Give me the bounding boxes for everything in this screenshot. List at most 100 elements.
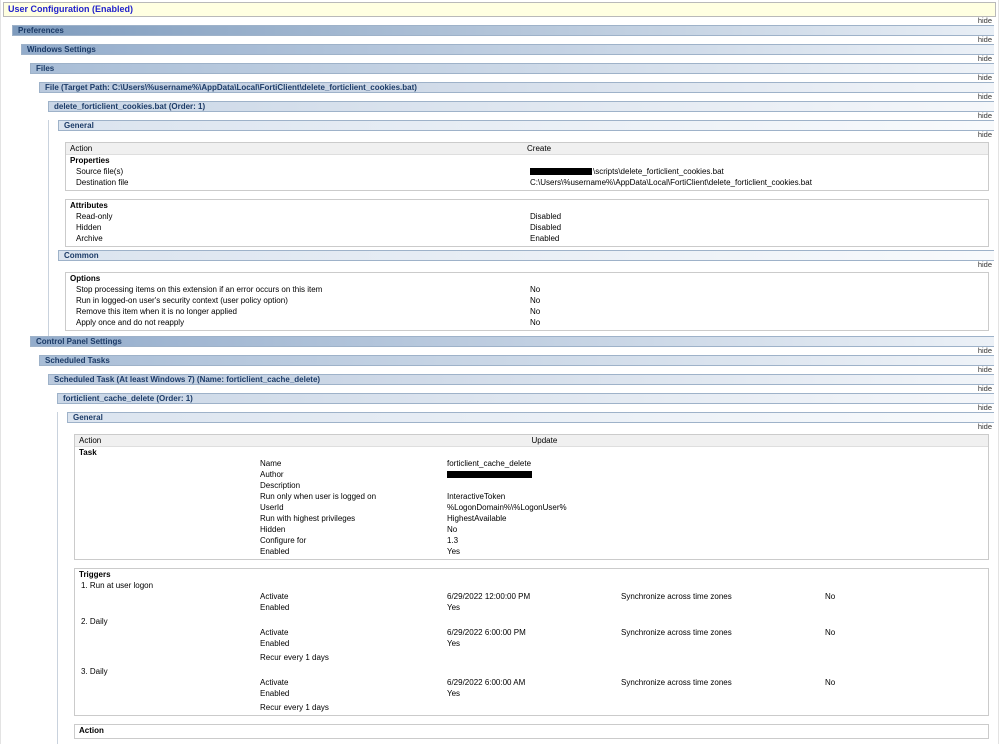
windows-settings-label: Windows Settings xyxy=(27,45,96,54)
section-task-item: forticlient_cache_delete (Order: 1) hide… xyxy=(57,393,996,744)
table-row: Author xyxy=(75,469,988,480)
field-label: Remove this item when it is no longer ap… xyxy=(76,306,530,317)
hide-link-file-item[interactable]: hide xyxy=(978,111,992,120)
windows-settings-header[interactable]: Windows Settings xyxy=(21,44,994,55)
section-files: Files hide File (Target Path: C:\Users\%… xyxy=(30,63,996,336)
table-row: Stop processing items on this extension … xyxy=(66,284,988,295)
file-common-content: Options Stop processing items on this ex… xyxy=(65,269,989,334)
field-label: Activate xyxy=(260,627,447,638)
hide-link-control-panel[interactable]: hide xyxy=(978,346,992,355)
task-item-label: forticlient_cache_delete (Order: 1) xyxy=(63,394,193,403)
properties-section-title: Properties xyxy=(66,155,988,166)
hide-row: hide xyxy=(58,423,996,431)
table-row: Hidden No xyxy=(75,524,988,535)
hide-row: hide xyxy=(39,366,996,374)
table-row: Enabled Yes xyxy=(75,546,988,557)
hide-row: hide xyxy=(12,36,996,44)
table-row: Recur every 1 days xyxy=(75,702,988,713)
field-label: Run with highest privileges xyxy=(260,513,447,524)
page-title: User Configuration (Enabled) xyxy=(8,4,133,14)
field-value: 1.3 xyxy=(447,535,621,546)
trigger-name-label: 2. Daily xyxy=(81,617,108,626)
hide-row: hide xyxy=(39,93,996,101)
table-row: Run in logged-on user's security context… xyxy=(66,295,988,306)
hide-link-user-configuration[interactable]: hide xyxy=(978,16,992,25)
preferences-label: Preferences xyxy=(18,26,64,35)
trigger-name: 2. Daily xyxy=(75,616,988,627)
field-value: Disabled xyxy=(530,222,984,233)
gpo-report: User Configuration (Enabled) hide Prefer… xyxy=(0,0,999,744)
field-value: No xyxy=(530,295,984,306)
hide-link-task-item[interactable]: hide xyxy=(978,403,992,412)
field-label: Synchronize across time zones xyxy=(621,627,825,638)
file-common-header[interactable]: Common xyxy=(58,250,994,261)
field-value: No xyxy=(825,591,984,602)
file-general-label: General xyxy=(64,121,94,130)
hide-row: hide xyxy=(30,74,996,82)
field-label: Archive xyxy=(76,233,530,244)
actions-title-label: Action xyxy=(79,726,104,735)
options-title-label: Options xyxy=(70,274,100,283)
trigger-name: 1. Run at user logon xyxy=(75,580,988,591)
hide-link-task-type[interactable]: hide xyxy=(978,384,992,393)
source-file-value: \scripts\delete_forticlient_cookies.bat xyxy=(593,167,724,176)
field-value: Enabled xyxy=(530,233,984,244)
section-file-target: File (Target Path: C:\Users\%username%\A… xyxy=(39,82,996,336)
scheduled-tasks-label: Scheduled Tasks xyxy=(45,356,110,365)
hide-link-scheduled-tasks[interactable]: hide xyxy=(978,365,992,374)
table-row: Activate 6/29/2022 6:00:00 PM Synchroniz… xyxy=(75,627,988,638)
action-value: Update xyxy=(532,435,985,447)
trigger-name-label: 1. Run at user logon xyxy=(81,581,153,590)
file-item-header[interactable]: delete_forticlient_cookies.bat (Order: 1… xyxy=(48,101,994,112)
action-label: Action xyxy=(79,435,532,447)
redacted-path xyxy=(530,168,592,175)
hide-link-file-common[interactable]: hide xyxy=(978,260,992,269)
table-row: Recur every 1 days xyxy=(75,652,988,663)
field-label: Enabled xyxy=(260,602,447,613)
scheduled-task-type-header[interactable]: Scheduled Task (At least Windows 7) (Nam… xyxy=(48,374,994,385)
task-general-header[interactable]: General xyxy=(67,412,994,423)
field-value: Yes xyxy=(447,546,621,557)
field-label: Activate xyxy=(260,591,447,602)
field-value: InteractiveToken xyxy=(447,491,621,502)
section-preferences: Preferences hide Windows Settings hide F… xyxy=(12,25,996,744)
task-general-label: General xyxy=(73,413,103,422)
preferences-header[interactable]: Preferences xyxy=(12,25,994,36)
scheduled-tasks-header[interactable]: Scheduled Tasks xyxy=(39,355,994,366)
file-action-properties-table: Action Create Properties Source file(s) … xyxy=(65,142,989,191)
table-row: Remove this item when it is no longer ap… xyxy=(66,306,988,317)
hide-link-windows-settings[interactable]: hide xyxy=(978,54,992,63)
file-general-header[interactable]: General xyxy=(58,120,994,131)
hide-link-file-general[interactable]: hide xyxy=(978,130,992,139)
task-actions-table: Action xyxy=(74,724,989,739)
table-row: Hidden Disabled xyxy=(66,222,988,233)
field-label: Enabled xyxy=(260,546,447,557)
hide-row: hide xyxy=(21,55,996,63)
field-value: Yes xyxy=(447,688,621,699)
table-row: Name forticlient_cache_delete xyxy=(75,458,988,469)
file-target-header[interactable]: File (Target Path: C:\Users\%username%\A… xyxy=(39,82,994,93)
recur-value: Recur every 1 days xyxy=(260,652,447,663)
field-value: 6/29/2022 6:00:00 PM xyxy=(447,627,621,638)
table-row: Enabled Yes xyxy=(75,638,988,649)
field-value: forticlient_cache_delete xyxy=(447,458,621,469)
file-common-label: Common xyxy=(64,251,99,260)
control-panel-settings-header[interactable]: Control Panel Settings xyxy=(30,336,994,347)
hide-link-preferences[interactable]: hide xyxy=(978,35,992,44)
field-label: Enabled xyxy=(260,688,447,699)
redacted-author xyxy=(447,471,532,478)
task-item-header[interactable]: forticlient_cache_delete (Order: 1) xyxy=(57,393,994,404)
field-label: Name xyxy=(260,458,447,469)
user-configuration-header[interactable]: User Configuration (Enabled) xyxy=(3,2,996,17)
field-value: Yes xyxy=(447,638,621,649)
trigger-name-label: 3. Daily xyxy=(81,667,108,676)
hide-link-task-general[interactable]: hide xyxy=(978,422,992,431)
hide-link-files[interactable]: hide xyxy=(978,73,992,82)
file-item-label: delete_forticlient_cookies.bat (Order: 1… xyxy=(54,102,205,111)
field-label: Apply once and do not reapply xyxy=(76,317,530,328)
hide-row: hide xyxy=(3,17,996,25)
files-header[interactable]: Files xyxy=(30,63,994,74)
hide-link-file-target[interactable]: hide xyxy=(978,92,992,101)
field-value: No xyxy=(447,524,621,535)
table-row: Source file(s) \scripts\delete_forticlie… xyxy=(66,166,988,177)
